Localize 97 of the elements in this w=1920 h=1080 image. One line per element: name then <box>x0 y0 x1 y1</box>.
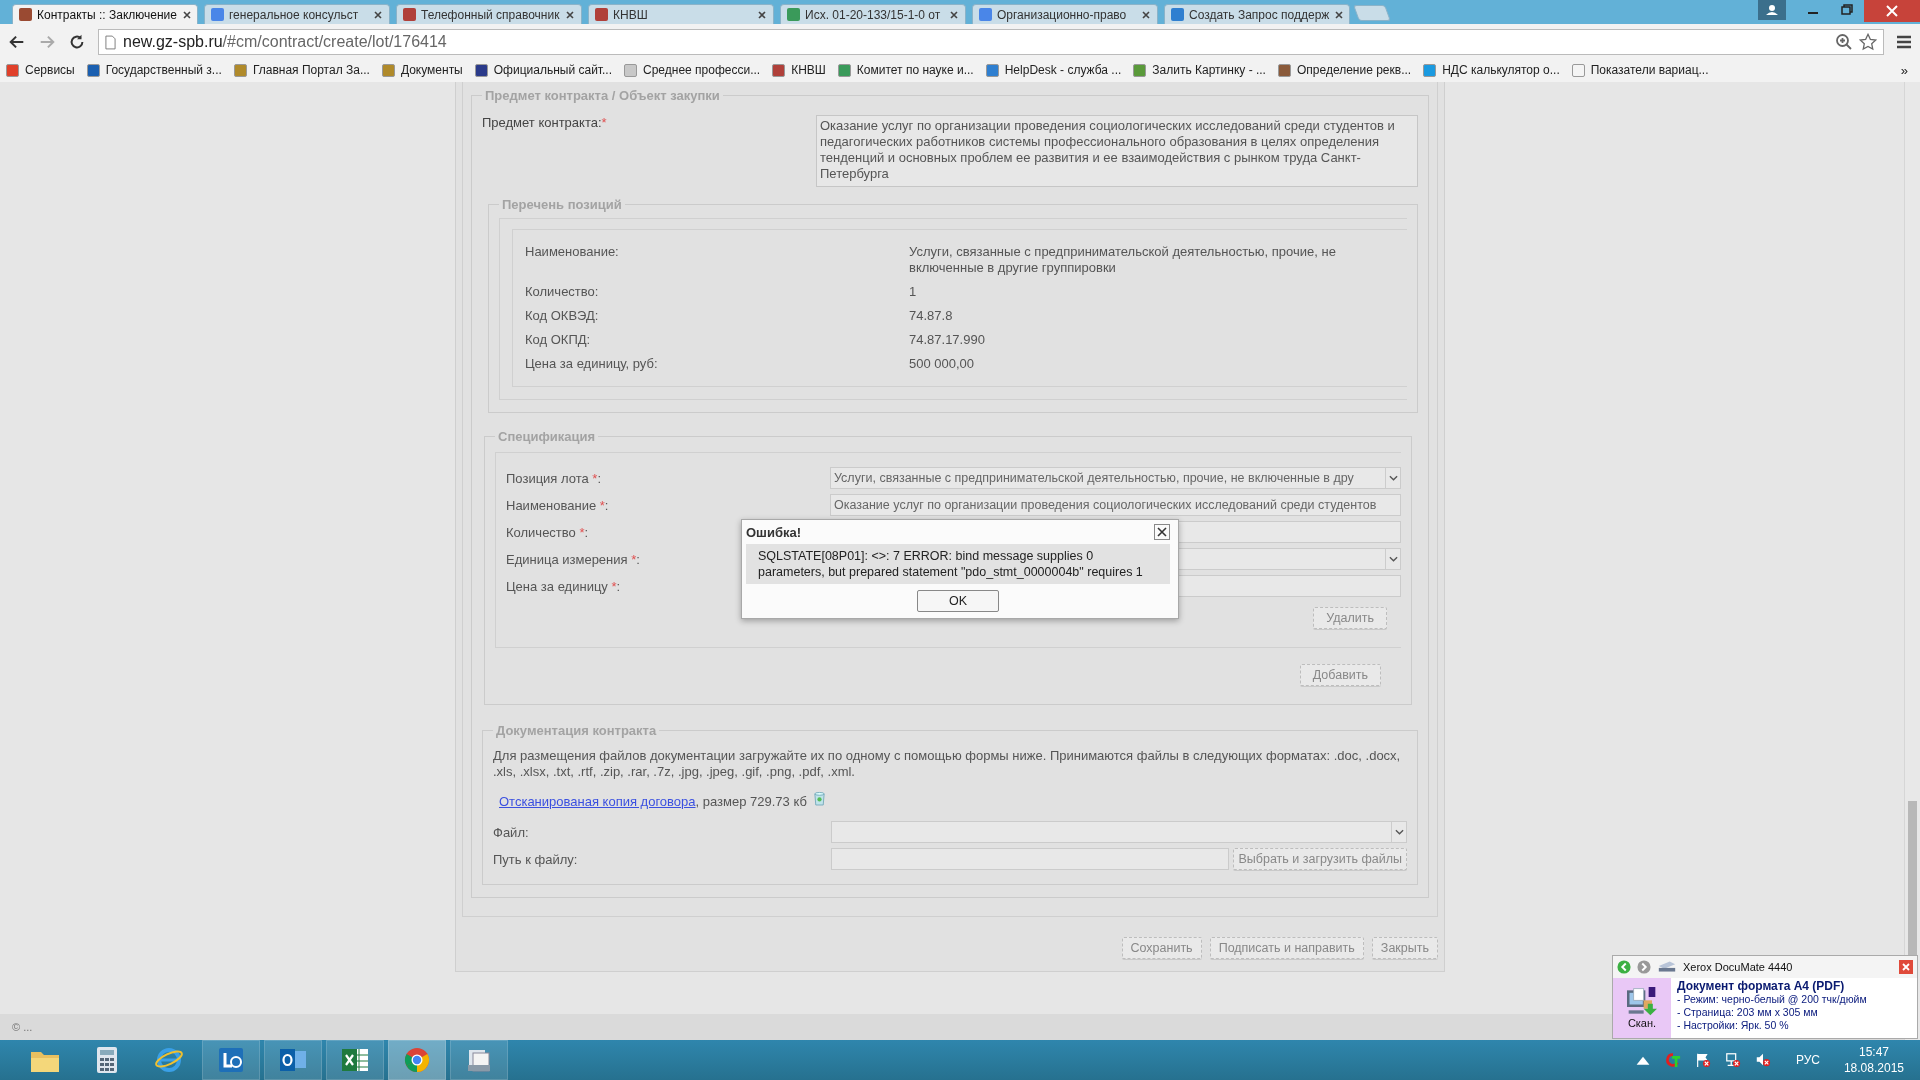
globe-icon <box>154 1046 184 1074</box>
file-path-field[interactable] <box>831 848 1230 870</box>
mail-icon <box>278 1046 308 1074</box>
file-size-text: , размер 729.73 кб <box>695 794 807 809</box>
bookmark[interactable]: Определение рекв... <box>1277 63 1412 77</box>
scan-setting: - Настройки: Ярк. 50 % <box>1677 1019 1790 1032</box>
input-field[interactable]: Оказание услуг по организации проведения социологических исследований среди студентов <box>830 494 1401 516</box>
language-indicator[interactable]: РУС <box>1795 1053 1820 1067</box>
bookmark[interactable]: Государственный з... <box>86 63 222 77</box>
close-icon[interactable] <box>181 9 192 20</box>
section-title: Спецификация <box>497 429 597 444</box>
field-label: Цена за единицу *: <box>506 578 621 594</box>
dialog-title: Ошибка! <box>746 524 802 540</box>
dropdown-arrow-icon[interactable] <box>1391 822 1406 842</box>
dropdown-arrow-icon[interactable] <box>1385 468 1400 488</box>
network-icon[interactable] <box>1724 1052 1741 1068</box>
section-title: Предмет контракта / Объект закупки <box>484 88 721 103</box>
dropdown-arrow-icon[interactable] <box>1385 549 1400 569</box>
reload-icon[interactable] <box>68 33 86 51</box>
bookmark[interactable]: Документы <box>381 63 463 77</box>
upload-instructions: Для размещения файлов документации загружайте их по одному с помощью формы ниже. Принимаются файлы в следующих форматах: .doc, .docx, .xls, .xlsx, .txt, .rtf, .zip, .rar, .7z, .jpg, .jpeg, .gif, .png, .pdf, .xml. <box>493 748 1402 780</box>
spreadsheet-icon <box>340 1046 370 1074</box>
zoom-icon[interactable] <box>1835 33 1853 51</box>
field-label: Код ОКПД: <box>525 332 592 348</box>
bookmark[interactable]: Официальный сайт... <box>474 63 612 77</box>
browser-tab[interactable]: КНВШ <box>588 4 774 24</box>
speaker-icon[interactable] <box>1754 1052 1771 1068</box>
field-label: Цена за единицу, руб: <box>525 356 659 372</box>
bookmark[interactable]: HelpDesk - служба ... <box>985 63 1122 77</box>
bookmark[interactable]: Главная Портал За... <box>233 63 370 77</box>
browser-tab[interactable]: Контракты :: Заключение <box>12 4 198 24</box>
bookmark[interactable]: КНВШ <box>772 63 826 77</box>
field-label: Позиция лота *: <box>506 470 602 486</box>
page-icon <box>105 34 116 50</box>
select-field[interactable] <box>831 821 1407 843</box>
app-tray-icon[interactable] <box>1664 1052 1681 1068</box>
field-value: 1 <box>909 284 918 300</box>
browser-tab[interactable]: Организационно-право <box>972 4 1158 24</box>
close-icon[interactable] <box>1141 9 1151 20</box>
close-icon[interactable] <box>757 9 767 20</box>
flag-icon[interactable] <box>1694 1052 1711 1068</box>
bookmark[interactable]: Комитет по науке и... <box>837 63 974 77</box>
field-label: Предмет контракта:* <box>482 115 608 132</box>
bookmark[interactable]: НДС калькулятор о... <box>1423 63 1560 77</box>
close-button[interactable] <box>1154 524 1170 540</box>
scanner-title: Xerox DocuMate 4440 <box>1683 961 1793 973</box>
field-label: Код ОКВЭД: <box>525 308 600 324</box>
clock[interactable]: 15:47 18.08.2015 <box>1843 1044 1904 1076</box>
section-title: Перечень позиций <box>501 197 623 212</box>
scrollbar[interactable] <box>1904 82 1920 1040</box>
user-icon[interactable] <box>1758 0 1786 20</box>
taskbar-button[interactable] <box>264 1040 322 1080</box>
browser-tab[interactable]: Телефонный справочник <box>396 4 582 24</box>
scan-button[interactable]: Скан. <box>1613 978 1671 1038</box>
ok-button[interactable]: OK <box>917 590 999 612</box>
field-value: 500 000,00 <box>909 356 976 372</box>
field-value: 74.87.17.990 <box>909 332 986 348</box>
browser-tab[interactable]: Создать Запрос поддерж <box>1164 4 1350 24</box>
field-value: 74.87.8 <box>909 308 954 324</box>
back-icon[interactable] <box>8 33 26 51</box>
subject-field[interactable]: Оказание услуг по организации проведения социологических исследований среди студентов и педагогических работников системы профессионального образования в целях определения тенденций и основных проблем ее развития и ее взаимодействия с рынком труда Санкт-Петербурга <box>816 115 1418 187</box>
scanner-icon <box>1657 960 1677 974</box>
bookmark[interactable]: Показатели вариац... <box>1571 63 1709 77</box>
bookmark[interactable]: Среднее професси... <box>624 63 761 77</box>
scan-setting: - Режим: черно-белый @ 200 тчк/дюйм <box>1677 993 1867 1006</box>
field-label: Наименование *: <box>506 497 609 513</box>
close-icon[interactable] <box>1334 9 1345 20</box>
section-title: Документация контракта <box>495 723 658 738</box>
field-label: Путь к файлу: <box>493 851 578 867</box>
chrome-icon <box>402 1046 432 1074</box>
star-icon[interactable] <box>1859 33 1877 51</box>
bookmark[interactable]: Сервисы <box>6 63 75 77</box>
field-label: Файл: <box>493 824 529 840</box>
taskbar-button[interactable] <box>450 1040 508 1080</box>
menu-icon[interactable] <box>1896 34 1912 50</box>
field-label: Количество: <box>525 284 600 300</box>
select-field[interactable]: Услуги, связанные с предпринимательской деятельностью, прочие, не включенные в дру <box>830 467 1401 489</box>
field-label: Количество *: <box>506 524 589 540</box>
error-message: SQLSTATE[08P01]: <>: 7 ERROR: bind message supplies 0 parameters, but prepared statement "pdo_stmt_0000004b" requires 1 <box>746 544 1170 584</box>
address-bar[interactable]: new.gz-spb.ru/#cm/contract/create/lot/176414 <box>98 29 1884 55</box>
copyright-text: © ... <box>12 1021 33 1033</box>
scan-profile-title: Документ формата A4 (PDF) <box>1677 980 1846 993</box>
scan-setting: - Страница: 203 мм x 305 мм <box>1677 1006 1819 1019</box>
taskbar-button[interactable] <box>202 1040 260 1080</box>
field-label: Наименование: <box>525 244 620 261</box>
browser-tab[interactable]: генеральное консульст <box>204 4 390 24</box>
chat-icon <box>216 1046 246 1074</box>
bookmark[interactable]: Залить Картинку - ... <box>1133 63 1266 77</box>
close-icon[interactable] <box>565 9 575 20</box>
close-icon[interactable] <box>949 9 959 20</box>
field-value: Услуги, связанные с предпринимательской деятельностью, прочие, не включенные в другие группировки <box>909 244 1337 276</box>
browser-tab[interactable]: Исх. 01-20-133/15-1-0 от <box>780 4 966 24</box>
close-icon[interactable] <box>373 9 383 20</box>
file-link[interactable]: Отсканированая копия договора <box>499 794 696 809</box>
field-label: Единица измерения *: <box>506 551 640 567</box>
taskbar-button[interactable] <box>326 1040 384 1080</box>
more-bookmarks-button[interactable]: » <box>1900 62 1908 78</box>
